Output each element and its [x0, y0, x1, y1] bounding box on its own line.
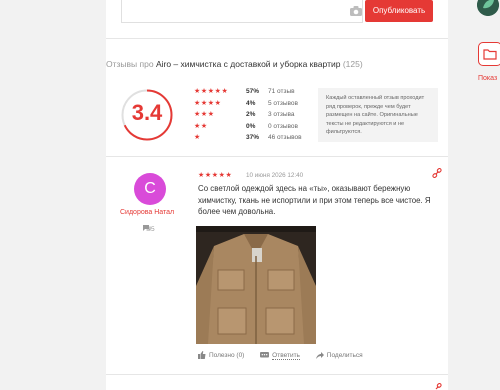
distribution-count: 0 отзывов [268, 122, 298, 130]
divider [106, 38, 448, 39]
distribution-stars: ★★★★★ [194, 88, 229, 95]
reviews-header-prefix: Отзывы про [106, 59, 154, 69]
review-input[interactable] [121, 0, 363, 23]
divider [106, 156, 448, 157]
useful-button[interactable]: Полезно (0) [198, 351, 244, 359]
distribution-stars: ★ [194, 134, 201, 141]
distribution-pct: 57% [246, 88, 260, 95]
distribution-pct: 0% [246, 122, 256, 130]
author-review-count: 5 [143, 225, 155, 233]
link-icon[interactable] [432, 168, 442, 178]
review-text: Со светлой одеждой здесь на «ты», оказыв… [198, 184, 431, 217]
reply-icon [260, 352, 270, 358]
link-icon[interactable] [432, 383, 442, 390]
share-label: Поделиться [326, 352, 363, 359]
reply-button[interactable]: Ответить [260, 352, 300, 360]
distribution-pct: 4% [246, 99, 256, 107]
useful-label: Полезно (0) [209, 351, 245, 359]
distribution-pct: 37% [246, 134, 260, 141]
review-author[interactable]: Сидорова Натал [120, 209, 174, 216]
reviews-header-count: (125) [342, 59, 363, 69]
distribution-stars: ★★★ [194, 111, 215, 118]
jacket-photo [196, 226, 316, 344]
review-photo[interactable] [196, 226, 316, 344]
moderation-note: Каждый оставленный отзыв проходит ряд пр… [318, 88, 438, 142]
distribution-count: 71 отзыв [268, 88, 295, 95]
author-review-count-value: 5 [151, 226, 155, 233]
distribution-count: 3 отзыва [268, 111, 295, 118]
rating-score: 3.4 [131, 100, 163, 125]
leaf-icon [477, 0, 499, 16]
share-icon [315, 352, 324, 359]
distribution-stars: ★★★★ [194, 99, 222, 107]
publish-button[interactable]: Опубликовать [365, 0, 433, 22]
avatar[interactable]: С [134, 173, 166, 205]
reviews-header-brand[interactable]: Airo – химчистка с доставкой и уборка кв… [156, 59, 341, 69]
comments-icon [143, 225, 151, 231]
distribution-pct: 2% [246, 111, 256, 118]
thumbs-up-icon [198, 351, 206, 359]
review-date: 10 июня 2026 12:40 [246, 172, 304, 179]
divider [106, 374, 448, 375]
sidebar-show-label[interactable]: Показ [478, 75, 497, 82]
reviews-header: Отзывы про Airo – химчистка с доставкой … [106, 59, 363, 69]
sidebar-folder-button[interactable] [478, 42, 500, 66]
reply-label: Ответить [272, 351, 300, 360]
camera-icon[interactable] [349, 5, 363, 17]
distribution-count: 46 отзывов [268, 134, 302, 141]
share-button[interactable]: Поделиться [315, 352, 363, 359]
distribution-count: 5 отзывов [268, 99, 298, 107]
folder-icon [483, 49, 497, 60]
distribution-stars: ★★ [194, 122, 208, 130]
review-stars: ★★★★★ [198, 172, 233, 179]
review-actions: Полезно (0) Ответить Поделиться [198, 351, 377, 361]
sidebar-logo[interactable] [477, 0, 499, 16]
reviews-card: Опубликовать Отзывы про Airo – химчистка… [106, 0, 448, 390]
